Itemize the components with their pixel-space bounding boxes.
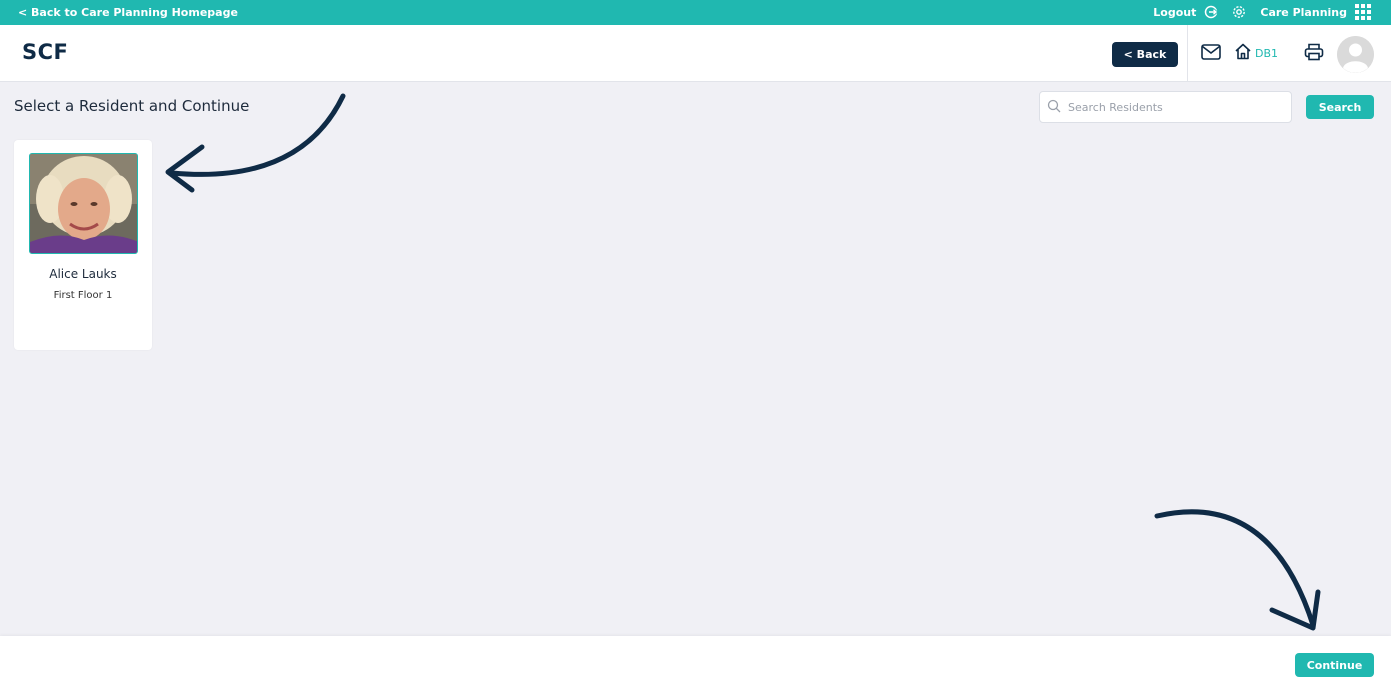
header: SCF < Back DB1 xyxy=(0,25,1391,82)
footer-bar: Continue xyxy=(0,636,1391,694)
brand-logo-text: SCF xyxy=(22,40,69,64)
continue-button[interactable]: Continue xyxy=(1295,653,1374,677)
resident-location: First Floor 1 xyxy=(53,290,113,301)
back-button[interactable]: < Back xyxy=(1112,42,1178,67)
home-location-button[interactable]: DB1 xyxy=(1234,43,1278,64)
user-avatar[interactable] xyxy=(1337,36,1374,73)
arrow-to-continue-button xyxy=(1154,509,1321,631)
top-bar-actions: Logout Care Planning xyxy=(1153,4,1371,20)
page-title: Select a Resident and Continue xyxy=(14,97,250,115)
settings-gear-icon[interactable] xyxy=(1232,5,1246,19)
search-residents-input[interactable] xyxy=(1068,100,1268,114)
search-icon xyxy=(1047,98,1061,117)
apps-grid-icon[interactable] xyxy=(1355,4,1371,20)
back-to-homepage-link[interactable]: < Back to Care Planning Homepage xyxy=(18,6,238,19)
print-icon[interactable] xyxy=(1304,43,1324,65)
resident-name: Alice Lauks xyxy=(49,267,117,281)
logout-icon[interactable] xyxy=(1204,5,1219,19)
header-divider xyxy=(1187,25,1188,82)
logout-link[interactable]: Logout xyxy=(1153,6,1196,19)
app-name-label[interactable]: Care Planning xyxy=(1260,6,1347,19)
home-icon xyxy=(1234,43,1252,64)
search-box xyxy=(1039,91,1292,123)
resident-card[interactable]: Alice Lauks First Floor 1 xyxy=(14,140,152,350)
resident-photo xyxy=(29,153,138,254)
top-bar: < Back to Care Planning Homepage Logout … xyxy=(0,0,1391,25)
search-button[interactable]: Search xyxy=(1306,95,1374,119)
home-location-label: DB1 xyxy=(1255,47,1279,60)
mail-icon[interactable] xyxy=(1201,44,1221,64)
